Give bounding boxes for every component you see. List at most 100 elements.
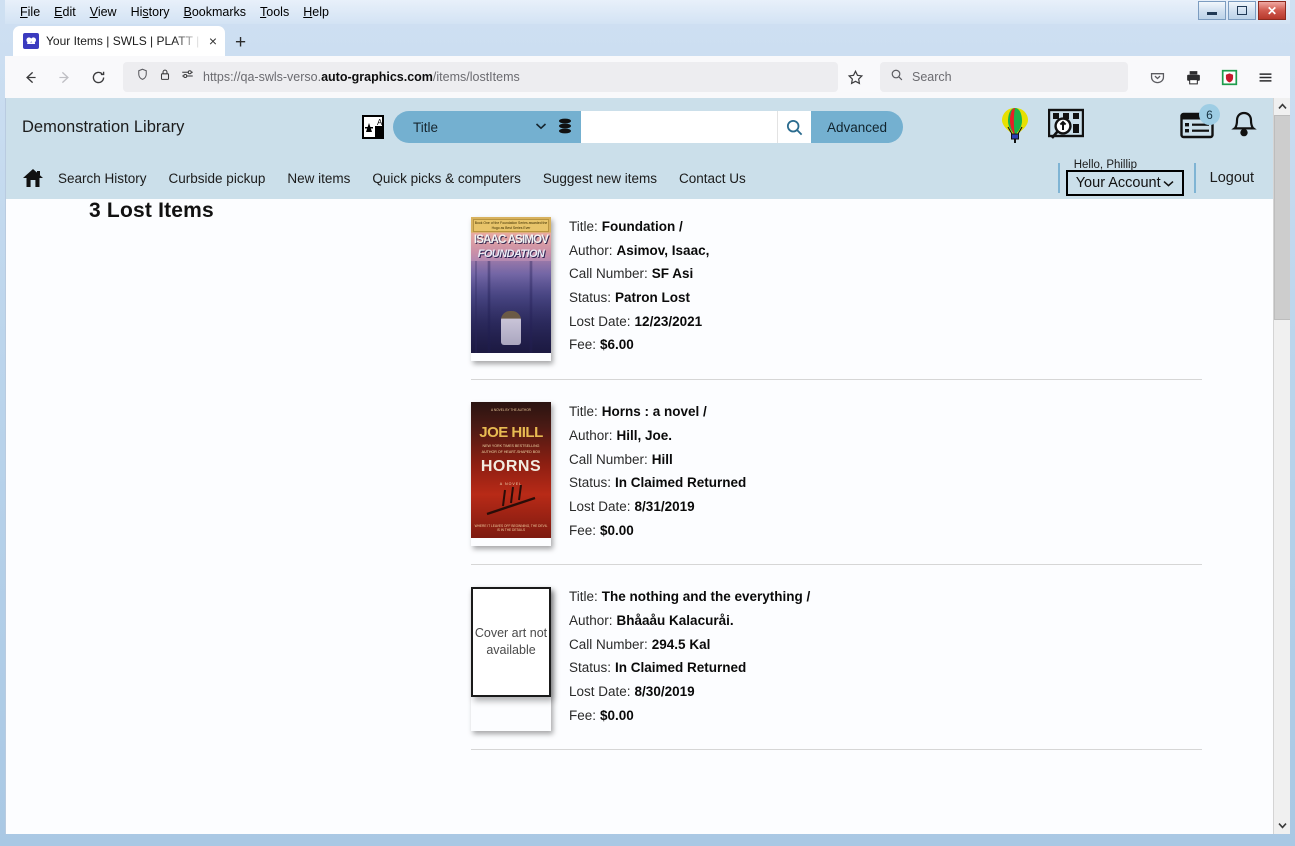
menu-view[interactable]: View <box>83 3 124 21</box>
forward-button[interactable] <box>49 62 79 92</box>
window-controls: ✕ <box>1198 1 1286 20</box>
url-bar[interactable]: https://qa-swls-verso.auto-graphics.com/… <box>123 62 838 92</box>
value-title[interactable]: Foundation / <box>602 219 683 234</box>
cover-title-text: HORNS <box>480 458 542 476</box>
book-cover-image: Book One of the Foundation Series awarde… <box>471 217 551 353</box>
label-author: Author: <box>569 427 613 443</box>
scrollbar-thumb[interactable] <box>1274 115 1290 320</box>
extension-adblock-icon[interactable] <box>1214 62 1244 92</box>
field-lost-date: Lost Date: 12/23/2021 <box>569 314 709 330</box>
permissions-icon[interactable] <box>180 67 195 87</box>
menu-help[interactable]: Help <box>296 3 336 21</box>
notification-badge: 6 <box>1199 104 1220 125</box>
value-call-number: SF Asi <box>651 266 694 282</box>
nav-link-quick-picks[interactable]: Quick picks & computers <box>372 171 521 186</box>
menu-tools[interactable]: Tools <box>253 3 296 21</box>
search-input[interactable] <box>581 111 777 143</box>
field-lost-date: Lost Date: 8/31/2019 <box>569 499 746 515</box>
value-author: Asimov, Isaac, <box>616 242 710 258</box>
tab-strip: Your Items | SWLS | PLATT | Aut × + <box>5 24 1290 56</box>
advanced-search-button[interactable]: Advanced <box>811 111 904 143</box>
maximize-button[interactable] <box>1228 1 1256 20</box>
logout-link[interactable]: Logout <box>1210 170 1254 186</box>
book-cover-image: A NOVEL BY THE AUTHOR JOE HILL NEW YORK … <box>471 402 551 539</box>
value-title[interactable]: The nothing and the everything / <box>602 589 811 604</box>
value-title[interactable]: Horns : a novel / <box>602 404 707 419</box>
field-fee: Fee: $0.00 <box>569 523 746 539</box>
value-status: Patron Lost <box>615 290 691 306</box>
toolbar-right-icons <box>1142 62 1280 92</box>
library-name: Demonstration Library <box>22 118 185 136</box>
search-icon <box>890 68 904 87</box>
value-lost-date: 12/23/2021 <box>634 313 703 329</box>
minimize-button[interactable] <box>1198 1 1226 20</box>
page-content: 3 Lost Items Book One of the Foundation … <box>6 199 1290 834</box>
list-item: Book One of the Foundation Series awarde… <box>471 217 1202 381</box>
site-nav: Search History Curbside pickup New items… <box>6 157 1290 199</box>
print-icon[interactable] <box>1178 62 1208 92</box>
bell-icon[interactable] <box>1228 109 1260 141</box>
value-fee: $0.00 <box>600 522 634 538</box>
menu-bookmarks[interactable]: Bookmarks <box>177 3 254 21</box>
greeting-text: Hello, Phillip <box>1073 159 1137 171</box>
hamburger-menu-icon[interactable] <box>1250 62 1280 92</box>
close-button[interactable]: ✕ <box>1258 1 1286 20</box>
label-author: Author: <box>569 612 613 628</box>
browser-search-bar[interactable]: Search <box>880 62 1128 92</box>
menu-file[interactable]: File <box>13 3 47 21</box>
search-submit-button[interactable] <box>777 111 811 143</box>
menu-history[interactable]: History <box>124 3 177 21</box>
list-item: A NOVEL BY THE AUTHOR JOE HILL NEW YORK … <box>471 402 1202 566</box>
cover-top-text: A NOVEL BY THE AUTHOR <box>491 408 531 413</box>
label-call-number: Call Number: <box>569 636 648 652</box>
home-icon[interactable] <box>22 168 44 188</box>
label-call-number: Call Number: <box>569 451 648 467</box>
field-author: Author: Bhåaåu Kalacuråi. <box>569 613 810 629</box>
search-scope-dropdown[interactable]: Title <box>393 111 581 143</box>
site-header: Demonstration Library A Title Advanced 6 <box>6 98 1290 157</box>
field-call-number: Call Number: Hill <box>569 452 746 468</box>
bookmark-star-icon[interactable] <box>842 64 868 90</box>
item-cover[interactable]: A NOVEL BY THE AUTHOR JOE HILL NEW YORK … <box>471 402 551 546</box>
reload-button[interactable] <box>83 62 113 92</box>
tab-close-icon[interactable]: × <box>209 34 217 48</box>
media-search-icon[interactable] <box>1048 108 1084 142</box>
svg-text:A: A <box>377 118 383 127</box>
translate-icon[interactable]: A <box>361 114 385 140</box>
database-icon[interactable] <box>557 118 573 136</box>
label-title: Title: <box>569 404 598 420</box>
my-lists-icon[interactable]: 6 <box>1180 104 1220 139</box>
nav-link-curbside-pickup[interactable]: Curbside pickup <box>169 171 266 186</box>
pocket-icon[interactable] <box>1142 62 1172 92</box>
field-status: Status: In Claimed Returned <box>569 475 746 491</box>
nav-link-suggest-new-items[interactable]: Suggest new items <box>543 171 657 186</box>
label-title: Title: <box>569 589 598 605</box>
tab-favicon-icon <box>23 33 39 49</box>
field-status: Status: In Claimed Returned <box>569 660 810 676</box>
back-button[interactable] <box>15 62 45 92</box>
label-status: Status: <box>569 475 612 491</box>
label-fee: Fee: <box>569 707 597 723</box>
menu-edit[interactable]: Edit <box>47 3 83 21</box>
cover-artwork <box>486 484 536 516</box>
vertical-scrollbar[interactable] <box>1273 98 1290 834</box>
shield-icon <box>135 67 150 87</box>
scroll-down-arrow-icon[interactable] <box>1274 817 1290 834</box>
your-account-dropdown[interactable]: Your Account <box>1065 170 1184 196</box>
site-search-cluster: A Title Advanced <box>361 111 904 143</box>
browser-tab[interactable]: Your Items | SWLS | PLATT | Aut × <box>13 26 225 56</box>
nav-link-contact-us[interactable]: Contact Us <box>679 171 746 186</box>
nav-link-search-history[interactable]: Search History <box>58 171 147 186</box>
scroll-up-arrow-icon[interactable] <box>1274 98 1290 115</box>
item-fields: Title: Horns : a novel / Author: Hill, Joe… <box>569 402 746 546</box>
cover-band-text: Book One of the Foundation Series awarde… <box>473 219 549 232</box>
item-cover[interactable]: Book One of the Foundation Series awarde… <box>471 217 551 361</box>
nav-link-new-items[interactable]: New items <box>287 171 350 186</box>
browser-toolbar: https://qa-swls-verso.auto-graphics.com/… <box>5 56 1290 98</box>
your-account-label: Your Account <box>1075 175 1161 191</box>
label-status: Status: <box>569 660 612 676</box>
new-tab-button[interactable]: + <box>225 33 256 56</box>
hot-air-balloon-icon[interactable] <box>1000 106 1030 144</box>
value-status: In Claimed Returned <box>615 660 747 676</box>
value-author: Bhåaåu Kalacuråi. <box>616 612 734 628</box>
